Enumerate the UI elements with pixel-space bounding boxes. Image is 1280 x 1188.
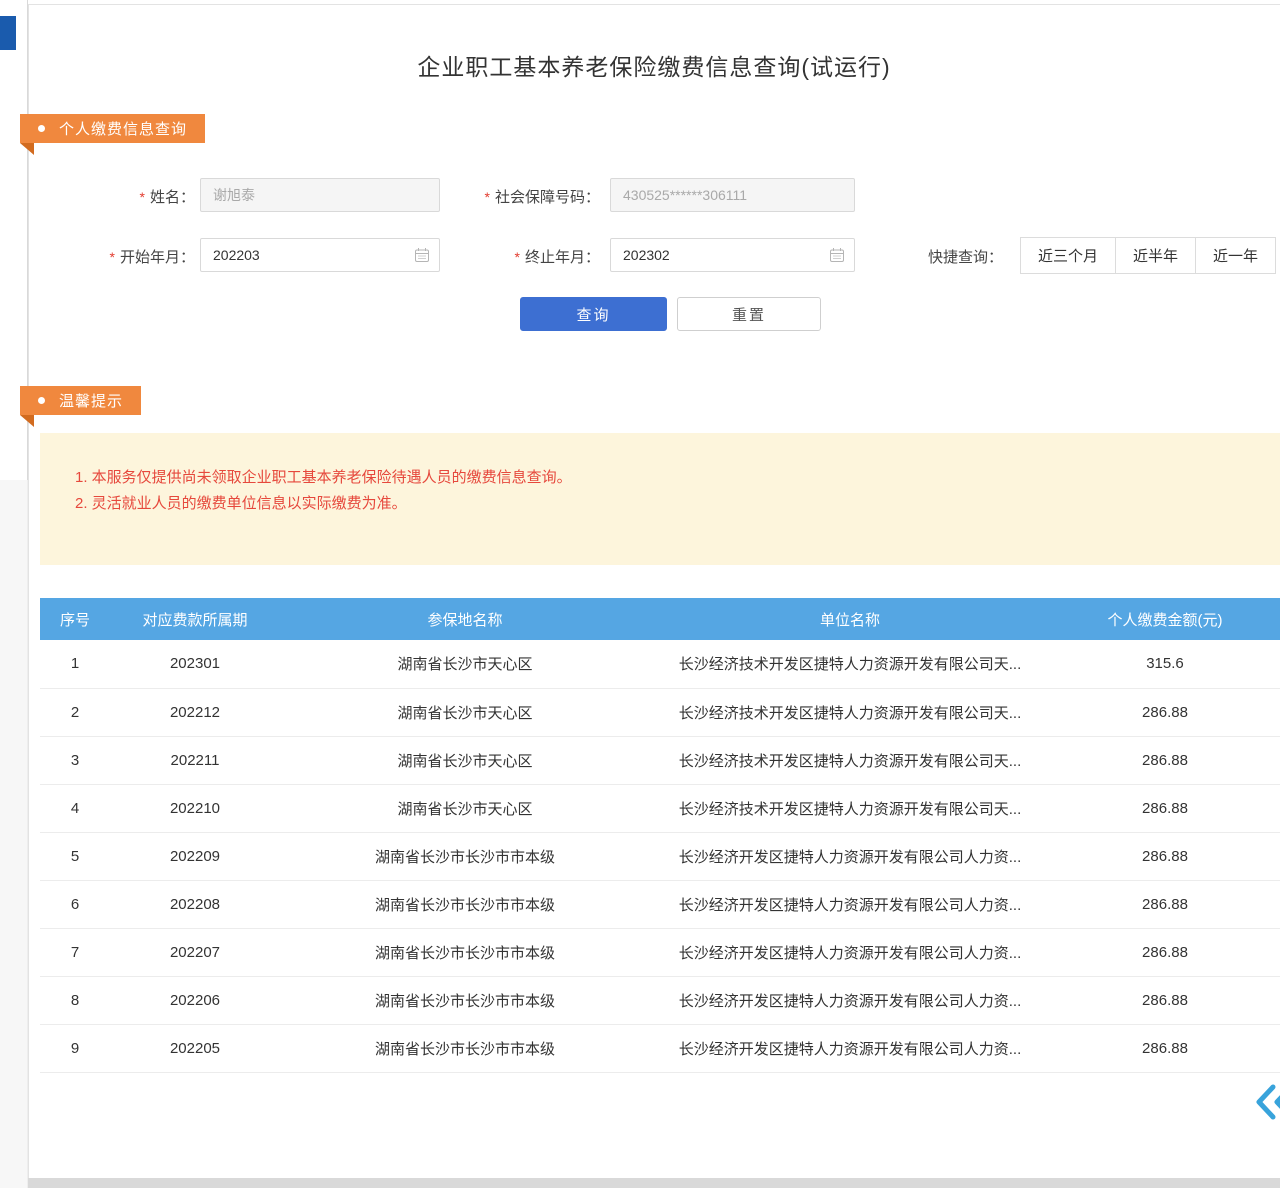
ssn-label: *社会保障号码： (448, 186, 600, 207)
table-cell: 202211 (110, 736, 280, 784)
table-cell: 长沙经济技术开发区捷特人力资源开发有限公司天... (650, 736, 1050, 784)
page: 企业职工基本养老保险缴费信息查询(试运行) 个人缴费信息查询 *姓名： *社会保… (0, 0, 1280, 1188)
table-cell: 6 (40, 880, 110, 928)
end-month-label: *终止年月： (448, 246, 600, 267)
table-cell: 长沙经济开发区捷特人力资源开发有限公司人力资... (650, 928, 1050, 976)
table-row: 2202212湖南省长沙市天心区长沙经济技术开发区捷特人力资源开发有限公司天..… (40, 688, 1280, 736)
table-cell: 8 (40, 976, 110, 1024)
table-row: 5202209湖南省长沙市长沙市市本级长沙经济开发区捷特人力资源开发有限公司人力… (40, 832, 1280, 880)
section-badge-tips: 温馨提示 (20, 386, 141, 415)
table-cell: 长沙经济开发区捷特人力资源开发有限公司人力资... (650, 832, 1050, 880)
table-cell: 长沙经济开发区捷特人力资源开发有限公司人力资... (650, 976, 1050, 1024)
table-cell: 202210 (110, 784, 280, 832)
table-cell: 202209 (110, 832, 280, 880)
required-asterisk: * (110, 249, 115, 265)
name-input[interactable] (200, 178, 440, 212)
payment-table: 序号 对应费款所属期 参保地名称 单位名称 个人缴费金额(元) 1202301湖… (40, 598, 1280, 1073)
table-header-row: 序号 对应费款所属期 参保地名称 单位名称 个人缴费金额(元) (40, 598, 1280, 640)
bottom-scrollbar[interactable] (28, 1178, 1280, 1188)
table-cell: 湖南省长沙市长沙市市本级 (280, 1024, 650, 1072)
start-month-input[interactable] (200, 238, 440, 272)
table-cell: 湖南省长沙市天心区 (280, 688, 650, 736)
table-cell: 1 (40, 640, 110, 688)
table-cell: 湖南省长沙市长沙市市本级 (280, 880, 650, 928)
table-cell: 湖南省长沙市长沙市市本级 (280, 928, 650, 976)
end-month-input[interactable] (610, 238, 855, 272)
table-cell: 长沙经济技术开发区捷特人力资源开发有限公司天... (650, 688, 1050, 736)
required-asterisk: * (515, 249, 520, 265)
col-header-insured-place: 参保地名称 (280, 598, 650, 640)
payment-table-body: 1202301湖南省长沙市天心区长沙经济技术开发区捷特人力资源开发有限公司天..… (40, 640, 1280, 1072)
bullet-icon (38, 397, 45, 404)
table-cell: 7 (40, 928, 110, 976)
tips-box: 1. 本服务仅提供尚未领取企业职工基本养老保险待遇人员的缴费信息查询。 2. 灵… (40, 433, 1280, 565)
table-row: 1202301湖南省长沙市天心区长沙经济技术开发区捷特人力资源开发有限公司天..… (40, 640, 1280, 688)
table-cell: 286.88 (1050, 928, 1280, 976)
table-row: 4202210湖南省长沙市天心区长沙经济技术开发区捷特人力资源开发有限公司天..… (40, 784, 1280, 832)
table-cell: 315.6 (1050, 640, 1280, 688)
table-cell: 286.88 (1050, 784, 1280, 832)
table-cell: 286.88 (1050, 688, 1280, 736)
table-row: 8202206湖南省长沙市长沙市市本级长沙经济开发区捷特人力资源开发有限公司人力… (40, 976, 1280, 1024)
table-cell: 286.88 (1050, 832, 1280, 880)
table-cell: 湖南省长沙市长沙市市本级 (280, 976, 650, 1024)
required-asterisk: * (140, 189, 145, 205)
page-title: 企业职工基本养老保险缴费信息查询(试运行) (28, 48, 1280, 82)
table-cell: 202208 (110, 880, 280, 928)
col-header-amount: 个人缴费金额(元) (1050, 598, 1280, 640)
table-cell: 湖南省长沙市长沙市市本级 (280, 832, 650, 880)
table-cell: 286.88 (1050, 1024, 1280, 1072)
table-cell: 湖南省长沙市天心区 (280, 640, 650, 688)
table-cell: 286.88 (1050, 880, 1280, 928)
quick-query-group: 近三个月 近半年 近一年 (1020, 237, 1276, 274)
section-badge-personal-query: 个人缴费信息查询 (20, 114, 205, 143)
table-cell: 湖南省长沙市天心区 (280, 784, 650, 832)
table-cell: 湖南省长沙市天心区 (280, 736, 650, 784)
table-row: 6202208湖南省长沙市长沙市市本级长沙经济开发区捷特人力资源开发有限公司人力… (40, 880, 1280, 928)
table-cell: 286.88 (1050, 736, 1280, 784)
left-sidebar-bottom (0, 480, 28, 1188)
table-cell: 202212 (110, 688, 280, 736)
section-badge-label: 温馨提示 (59, 390, 123, 411)
table-cell: 202207 (110, 928, 280, 976)
table-cell: 长沙经济开发区捷特人力资源开发有限公司人力资... (650, 880, 1050, 928)
query-button[interactable]: 查询 (520, 297, 667, 331)
table-cell: 202205 (110, 1024, 280, 1072)
collapse-double-chevron-icon[interactable] (1252, 1082, 1280, 1127)
table-cell: 长沙经济开发区捷特人力资源开发有限公司人力资... (650, 1024, 1050, 1072)
ssn-input[interactable] (610, 178, 855, 212)
bullet-icon (38, 125, 45, 132)
quick-query-label: 快捷查询： (928, 246, 1012, 267)
table-cell: 2 (40, 688, 110, 736)
quick-btn-last-3-months[interactable]: 近三个月 (1020, 237, 1116, 274)
table-row: 3202211湖南省长沙市天心区长沙经济技术开发区捷特人力资源开发有限公司天..… (40, 736, 1280, 784)
table-row: 9202205湖南省长沙市长沙市市本级长沙经济开发区捷特人力资源开发有限公司人力… (40, 1024, 1280, 1072)
required-asterisk: * (485, 189, 490, 205)
name-label: *姓名： (80, 186, 195, 207)
table-cell: 202206 (110, 976, 280, 1024)
col-header-employer: 单位名称 (650, 598, 1050, 640)
tip-line: 2. 灵活就业人员的缴费单位信息以实际缴费为准。 (75, 491, 1280, 517)
table-cell: 286.88 (1050, 976, 1280, 1024)
sidebar-collapsed-tab[interactable] (0, 16, 16, 50)
table-cell: 202301 (110, 640, 280, 688)
quick-btn-last-half-year[interactable]: 近半年 (1115, 237, 1196, 274)
table-cell: 长沙经济技术开发区捷特人力资源开发有限公司天... (650, 784, 1050, 832)
section-badge-label: 个人缴费信息查询 (59, 118, 187, 139)
table-cell: 5 (40, 832, 110, 880)
col-header-period: 对应费款所属期 (110, 598, 280, 640)
table-cell: 9 (40, 1024, 110, 1072)
reset-button[interactable]: 重置 (677, 297, 821, 331)
table-cell: 长沙经济技术开发区捷特人力资源开发有限公司天... (650, 640, 1050, 688)
table-cell: 3 (40, 736, 110, 784)
start-month-label: *开始年月： (80, 246, 195, 267)
quick-btn-last-year[interactable]: 近一年 (1195, 237, 1276, 274)
tip-line: 1. 本服务仅提供尚未领取企业职工基本养老保险待遇人员的缴费信息查询。 (75, 465, 1280, 491)
table-row: 7202207湖南省长沙市长沙市市本级长沙经济开发区捷特人力资源开发有限公司人力… (40, 928, 1280, 976)
table-cell: 4 (40, 784, 110, 832)
col-header-index: 序号 (40, 598, 110, 640)
